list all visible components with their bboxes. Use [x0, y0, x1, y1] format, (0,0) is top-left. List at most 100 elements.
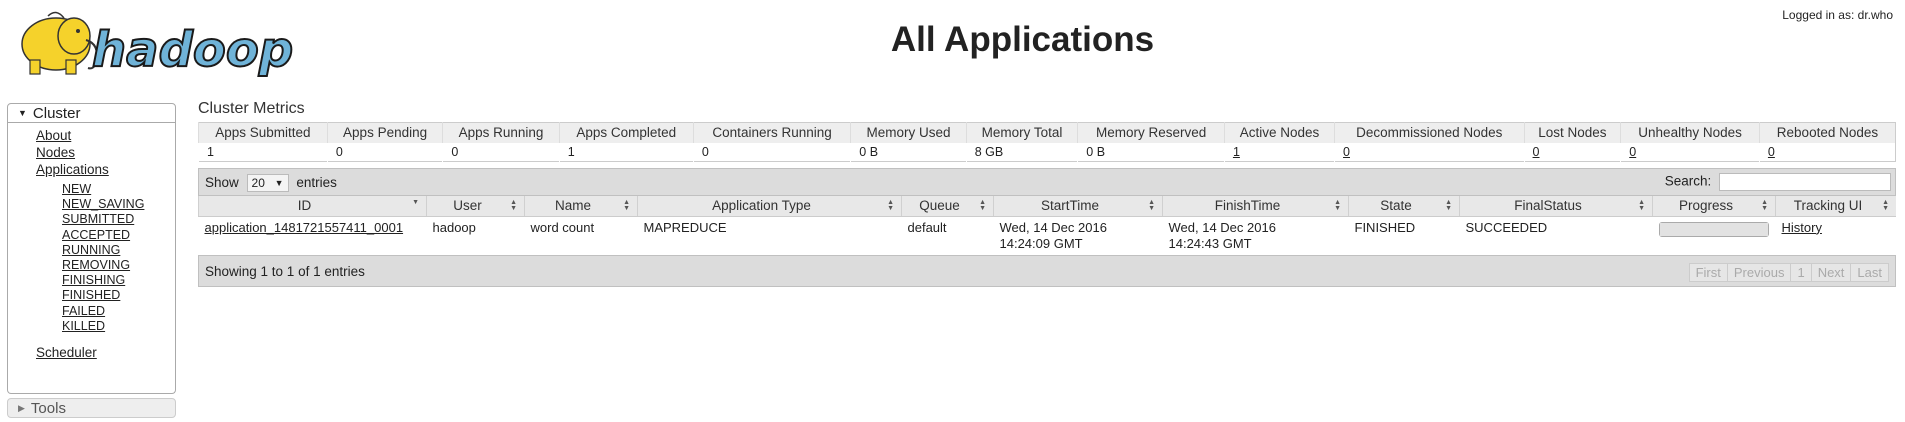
column-header-name[interactable]: Name ▲ ▼ — [524, 196, 638, 217]
metric-apps-completed: 1 — [558, 142, 694, 162]
application-id-link[interactable]: application_1481721557411_0001 — [205, 220, 404, 235]
metric-apps-submitted: 1 — [198, 142, 328, 162]
tools-accordion-header[interactable]: ▶ Tools — [7, 398, 176, 418]
metric-apps-running: 0 — [442, 142, 560, 162]
triangle-down-icon: ▼ — [18, 108, 27, 118]
cluster-metrics-table: Apps Submitted Apps Pending Apps Running… — [198, 122, 1896, 162]
page-title: All Applications — [890, 20, 1155, 59]
sort-desc-icon: ▼ — [412, 199, 419, 206]
cell-finalstatus: SUCCEEDED — [1465, 219, 1548, 235]
metrics-header: Unhealthy Nodes — [1620, 122, 1760, 143]
column-header-queue[interactable]: Queue ▲ ▼ — [901, 196, 994, 217]
nav-state-running[interactable]: RUNNING — [62, 243, 175, 258]
column-header-id[interactable]: ID ▼ — [198, 196, 427, 217]
cluster-accordion-header[interactable]: ▼ Cluster — [7, 103, 176, 123]
pagination: First Previous 1 Next Last — [1688, 262, 1889, 282]
search-control: Search: — [1665, 173, 1891, 191]
table-info: Showing 1 to 1 of 1 entries — [205, 263, 365, 279]
metric-lost-nodes-link[interactable]: 0 — [1533, 145, 1540, 159]
nav-about[interactable]: About — [36, 127, 175, 144]
nav-state-finished[interactable]: FINISHED — [62, 288, 175, 303]
sort-both-icon: ▲ ▼ — [1882, 199, 1889, 212]
metrics-caption: Cluster Metrics — [198, 100, 305, 117]
metrics-header: Apps Running — [442, 122, 560, 143]
sort-both-icon: ▲ ▼ — [1761, 199, 1768, 212]
nav-scheduler[interactable]: Scheduler — [36, 344, 175, 361]
column-header-finishtime[interactable]: FinishTime ▲ ▼ — [1162, 196, 1349, 217]
tools-label: Tools — [30, 400, 66, 417]
sort-both-icon: ▲ ▼ — [1334, 199, 1341, 212]
cell-queue: default — [907, 219, 947, 235]
table-toolbar: Show 20 ▼ entries Search: — [198, 168, 1896, 196]
tracking-history-link[interactable]: History — [1782, 220, 1822, 235]
sort-both-icon: ▲ ▼ — [887, 199, 894, 212]
nav-state-accepted[interactable]: ACCEPTED — [62, 228, 175, 243]
applications-table: ID ▼ User ▲ ▼ Name ▲ ▼ Application Type ▲ ▼ Que… — [198, 196, 1896, 255]
column-header-progress[interactable]: Progress ▲ ▼ — [1652, 196, 1776, 217]
metric-memory-total: 8 GB — [965, 142, 1078, 162]
cluster-label: Cluster — [32, 105, 81, 122]
page-length-select[interactable]: 20 ▼ — [246, 174, 289, 192]
first-page-button[interactable]: First — [1688, 262, 1728, 282]
search-label: Search: — [1664, 173, 1712, 189]
nav-nodes[interactable]: Nodes — [36, 144, 175, 161]
nav-state-submitted[interactable]: SUBMITTED — [62, 212, 175, 227]
nav-state-finishing[interactable]: FINISHING — [62, 273, 175, 288]
nav-state-new[interactable]: NEW — [62, 182, 175, 197]
cell-progress — [1653, 216, 1776, 255]
show-label: Show — [205, 175, 239, 190]
metric-decommissioned-nodes-link[interactable]: 0 — [1343, 145, 1350, 159]
column-header-state[interactable]: State ▲ ▼ — [1348, 196, 1460, 217]
metric-containers-running: 0 — [692, 142, 851, 162]
previous-page-button[interactable]: Previous — [1726, 262, 1792, 282]
column-header-application-type[interactable]: Application Type ▲ ▼ — [637, 196, 902, 217]
metrics-header: Memory Reserved — [1077, 122, 1225, 143]
metric-active-nodes-link[interactable]: 1 — [1233, 145, 1240, 159]
cell-finishtime: Wed, 14 Dec 2016 14:24:43 GMT — [1168, 219, 1276, 251]
progress-fill — [1660, 222, 1768, 236]
column-header-starttime[interactable]: StartTime ▲ ▼ — [993, 196, 1163, 217]
metrics-header: Active Nodes — [1223, 122, 1335, 143]
metrics-header: Containers Running — [692, 122, 851, 143]
metrics-header: Decommissioned Nodes — [1334, 122, 1525, 143]
column-header-user[interactable]: User ▲ ▼ — [426, 196, 525, 217]
metrics-header: Lost Nodes — [1523, 122, 1621, 143]
sort-both-icon: ▲ ▼ — [623, 199, 630, 212]
cell-application-type: MAPREDUCE — [643, 219, 727, 235]
metrics-header: Apps Pending — [326, 122, 443, 143]
nav-state-new-saving[interactable]: NEW_SAVING — [62, 197, 175, 212]
metric-apps-pending: 0 — [326, 142, 443, 162]
metric-rebooted-nodes-link[interactable]: 0 — [1768, 145, 1775, 159]
search-input[interactable] — [1719, 173, 1891, 191]
metrics-header: Rebooted Nodes — [1758, 122, 1896, 143]
page-1-button[interactable]: 1 — [1790, 262, 1812, 282]
sort-both-icon: ▲ ▼ — [979, 199, 986, 212]
metric-unhealthy-nodes-link[interactable]: 0 — [1629, 145, 1636, 159]
table-row: application_1481721557411_0001 hadoop wo… — [199, 216, 1897, 255]
sort-both-icon: ▲ ▼ — [1445, 199, 1452, 212]
metrics-header: Memory Used — [850, 122, 967, 143]
cell-name: word count — [530, 219, 595, 235]
metric-memory-used: 0 B — [850, 142, 967, 162]
triangle-right-icon: ▶ — [18, 403, 25, 413]
nav-state-failed[interactable]: FAILED — [62, 304, 175, 319]
cell-starttime: Wed, 14 Dec 2016 14:24:09 GMT — [999, 219, 1107, 251]
next-page-button[interactable]: Next — [1810, 262, 1852, 282]
sort-both-icon: ▲ ▼ — [1148, 199, 1155, 212]
nav-state-killed[interactable]: KILLED — [62, 319, 175, 334]
progress-bar — [1659, 221, 1769, 237]
sort-both-icon: ▲ ▼ — [1638, 199, 1645, 212]
dropdown-arrow-icon: ▼ — [274, 178, 284, 188]
sort-both-icon: ▲ ▼ — [510, 199, 517, 212]
column-header-finalstatus[interactable]: FinalStatus ▲ ▼ — [1459, 196, 1653, 217]
nav-state-removing[interactable]: REMOVING — [62, 258, 175, 273]
metrics-header: Apps Submitted — [198, 122, 328, 143]
last-page-button[interactable]: Last — [1850, 262, 1889, 282]
sidebar: ▼ Cluster About Nodes Applications NEW NE… — [7, 103, 176, 418]
metrics-header: Memory Total — [965, 122, 1078, 143]
column-header-tracking-ui[interactable]: Tracking UI ▲ ▼ — [1775, 196, 1896, 217]
main-content: Cluster Metrics Apps Submitted Apps Pend… — [198, 100, 1896, 287]
cluster-accordion-body: About Nodes Applications NEW NEW_SAVING … — [7, 123, 176, 394]
nav-applications[interactable]: Applications — [36, 161, 175, 178]
cell-user: hadoop — [432, 219, 476, 235]
